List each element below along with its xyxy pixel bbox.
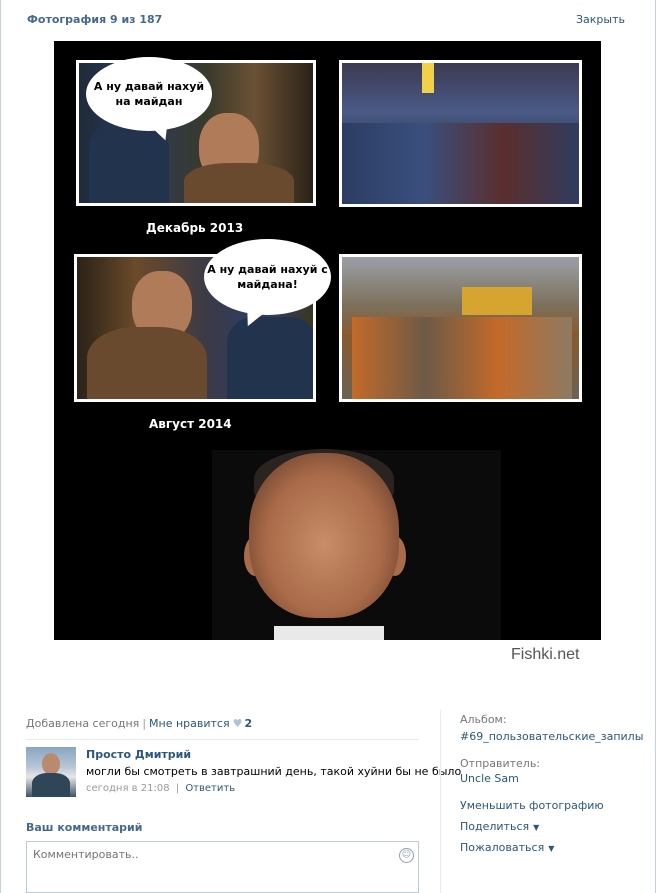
heart-icon[interactable]: ♥ (233, 717, 243, 730)
shrink-photo-link[interactable]: Уменьшить фотографию (460, 799, 604, 812)
reply-button[interactable]: Ответить (185, 783, 235, 794)
report-dropdown[interactable]: Пожаловаться ▼ (460, 841, 554, 854)
photo-viewer-window: Фотография 9 из 187 Закрыть А ну давай н… (0, 0, 656, 893)
sender-link[interactable]: Uncle Sam (460, 772, 519, 785)
avatar-body (32, 773, 70, 797)
column-divider (440, 710, 441, 893)
chevron-down-icon: ▼ (533, 823, 540, 832)
chevron-down-icon: ▼ (548, 844, 555, 853)
avatar-face (42, 753, 60, 775)
separator: | (142, 717, 147, 730)
divider (26, 739, 419, 740)
speech-bubble-top: А ну давай нахуй на майдан (86, 57, 212, 131)
your-comment-heading: Ваш комментарий (26, 821, 143, 834)
watermark-text: Fishki.net (511, 646, 580, 663)
added-date: Добавлена сегодня (26, 717, 140, 730)
comment-input[interactable] (33, 848, 373, 861)
portrait-collar (274, 626, 384, 640)
meme-panel-bottom-right (339, 254, 582, 402)
comment-input-box[interactable]: ☺ (26, 841, 419, 893)
album-label: Альбом: (460, 713, 507, 726)
photo-meta-line: Добавлена сегодня | Мне нравится ♥ 2 (26, 717, 252, 730)
sender-label: Отправитель: (460, 757, 541, 770)
share-dropdown[interactable]: Поделиться ▼ (460, 820, 539, 833)
caption-december-2013: Декабрь 2013 (146, 221, 244, 235)
comment-meta: сегодня в 21:08 | Ответить (86, 783, 235, 794)
smile-icon[interactable]: ☺ (399, 848, 414, 863)
album-link[interactable]: #69_пользовательские_запилы (460, 730, 643, 743)
like-count[interactable]: 2 (244, 717, 252, 730)
photo-image[interactable]: А ну давай нахуй на майдан А ну давай на… (54, 41, 601, 640)
photo-counter-title: Фотография 9 из 187 (27, 13, 163, 26)
speech-bubble-bottom: А ну давай нахуй с майдана! (204, 239, 331, 315)
portrait-face (249, 453, 399, 618)
share-label: Поделиться (460, 820, 530, 833)
avatar[interactable] (26, 747, 76, 797)
meme-panel-top-right (339, 60, 582, 207)
separator: | (175, 783, 180, 794)
caption-august-2014: Август 2014 (149, 417, 232, 431)
comment-author-link[interactable]: Просто Дмитрий (86, 748, 191, 761)
report-label: Пожаловаться (460, 841, 545, 854)
comment-time: сегодня в 21:08 (86, 783, 170, 794)
comment-text: могли бы смотреть в завтрашний день, так… (86, 765, 462, 778)
close-button[interactable]: Закрыть (576, 13, 625, 26)
like-button[interactable]: Мне нравится (149, 717, 230, 730)
